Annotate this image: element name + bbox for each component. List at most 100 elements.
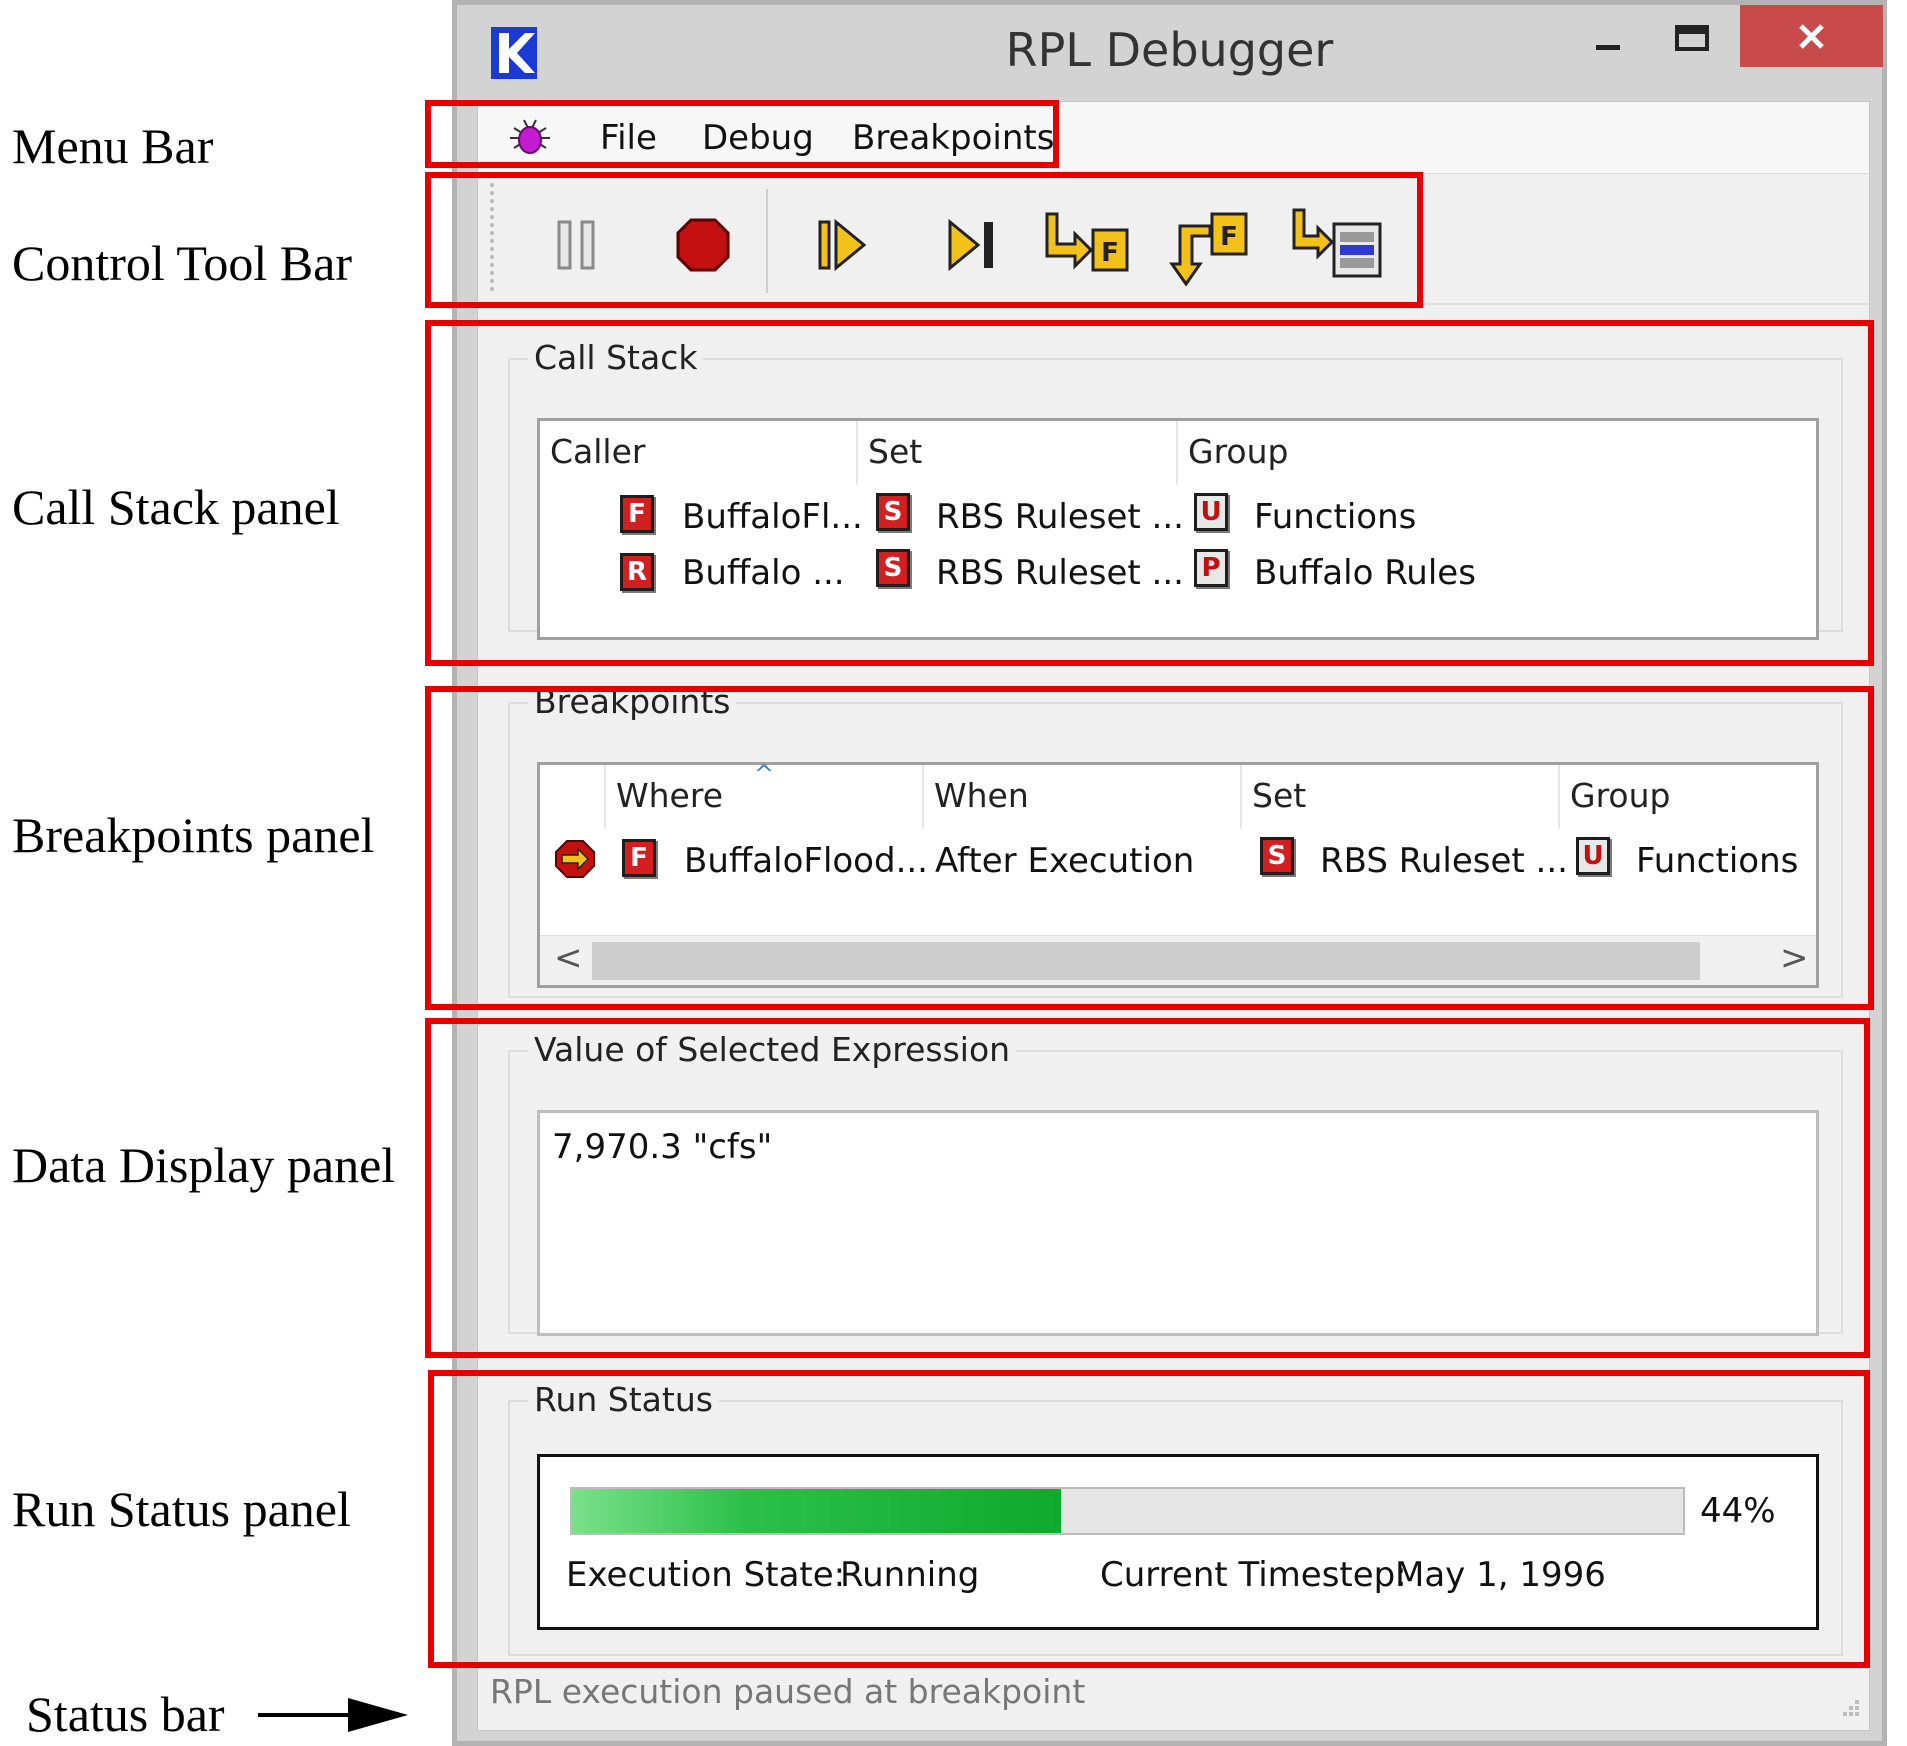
step-button[interactable]: [928, 200, 1018, 290]
annotation-control-tool-bar: Control Tool Bar: [12, 235, 353, 291]
column-header-group[interactable]: Group: [1560, 765, 1816, 829]
ruleset-badge-icon: S: [876, 549, 910, 587]
call-stack-table: Caller Set Group F BuffaloFl... S RBS Ru…: [537, 418, 1819, 640]
status-text: RPL execution paused at breakpoint: [490, 1672, 1086, 1711]
stop-button[interactable]: [658, 200, 748, 290]
close-button[interactable]: [1740, 5, 1883, 67]
when-cell: After Execution: [935, 841, 1195, 881]
continue-button[interactable]: [798, 200, 888, 290]
set-cell: RBS Ruleset ...: [936, 553, 1184, 593]
table-row[interactable]: F BuffaloFl... S RBS Ruleset ... U Funct…: [540, 485, 1816, 541]
data-display-title: Value of Selected Expression: [528, 1030, 1017, 1069]
group-cell: Functions: [1254, 497, 1417, 537]
column-header-set[interactable]: Set: [858, 421, 1178, 485]
progress-bar: [570, 1487, 1685, 1535]
title-bar: RPL Debugger: [457, 5, 1883, 101]
caller-cell: BuffaloFl...: [682, 497, 863, 537]
column-header-set[interactable]: Set: [1242, 765, 1560, 829]
annotation-run-status-panel: Run Status panel: [12, 1481, 351, 1537]
sort-ascending-icon: ^: [754, 760, 775, 788]
run-status-title: Run Status: [528, 1380, 719, 1419]
client-area: File Debug Breakpoints F F Call Stack Ca…: [477, 101, 1870, 1731]
progress-percent: 44%: [1700, 1491, 1776, 1531]
scrollbar-thumb[interactable]: [592, 942, 1700, 980]
column-header-when[interactable]: When: [924, 765, 1242, 829]
expression-value-box[interactable]: 7,970.3 "cfs": [537, 1110, 1819, 1336]
run-status-group: Run Status 44% Execution State: Running …: [508, 1380, 1843, 1656]
resize-grip-icon[interactable]: [1835, 1696, 1861, 1722]
run-status-box: 44% Execution State: Running Current Tim…: [537, 1454, 1819, 1630]
progress-fill: [572, 1489, 1061, 1533]
annotation-status-bar: Status bar: [26, 1686, 225, 1742]
continue-icon: [818, 218, 867, 272]
column-header-marker[interactable]: [540, 765, 606, 829]
step-icon: [948, 218, 993, 272]
column-header-caller[interactable]: Caller: [540, 421, 858, 485]
where-cell: BuffaloFlood...: [684, 841, 928, 881]
group-cell: Buffalo Rules: [1254, 553, 1476, 593]
step-to-end-button[interactable]: [1288, 200, 1382, 290]
pause-icon: [557, 220, 595, 270]
scroll-right-icon[interactable]: >: [1780, 938, 1809, 978]
step-out-function-button[interactable]: F: [1168, 200, 1258, 290]
breakpoints-table: Where ^ When Set Group F BuffaloFlood...…: [537, 760, 1819, 988]
close-icon: [1799, 24, 1824, 49]
minimize-button[interactable]: [1574, 5, 1642, 67]
table-row[interactable]: R Buffalo ... S RBS Ruleset ... P Buffal…: [540, 541, 1816, 597]
policy-group-badge-icon: P: [1194, 549, 1228, 587]
status-bar: RPL execution paused at breakpoint: [478, 1658, 1869, 1730]
annotation-call-stack-panel: Call Stack panel: [12, 479, 340, 535]
maximize-icon: [1675, 25, 1709, 51]
toolbar-grip[interactable]: [490, 183, 494, 291]
column-header-where[interactable]: Where ^: [606, 760, 924, 829]
table-row[interactable]: F BuffaloFlood... After Execution S RBS …: [540, 829, 1816, 885]
execution-state-label: Execution State:: [566, 1555, 846, 1595]
step-into-function-button[interactable]: F: [1041, 200, 1131, 290]
rule-badge-icon: R: [620, 553, 654, 591]
menu-bar: File Debug Breakpoints: [478, 102, 1869, 174]
menu-breakpoints[interactable]: Breakpoints: [852, 118, 1054, 158]
call-stack-title: Call Stack: [528, 338, 704, 377]
step-out-function-icon: F: [1169, 212, 1248, 287]
timestep-value: May 1, 1996: [1395, 1555, 1606, 1595]
svg-text:F: F: [1220, 222, 1238, 252]
breakpoint-marker-icon: [555, 840, 595, 878]
caller-cell: Buffalo ...: [682, 553, 845, 593]
step-into-function-icon: F: [1045, 212, 1129, 272]
toolbar-separator: [766, 189, 768, 293]
column-header-group[interactable]: Group: [1178, 421, 1816, 485]
scroll-left-icon[interactable]: <: [554, 938, 583, 978]
timestep-label: Current Timestep:: [1100, 1555, 1407, 1595]
arrow-right-icon: [258, 1698, 408, 1732]
utility-group-badge-icon: U: [1194, 493, 1228, 531]
svg-text:F: F: [1101, 238, 1119, 268]
annotation-menu-bar: Menu Bar: [12, 118, 214, 174]
ruleset-badge-icon: S: [876, 493, 910, 531]
set-cell: RBS Ruleset ...: [936, 497, 1184, 537]
pause-button[interactable]: [531, 200, 621, 290]
breakpoints-group: Breakpoints Where ^ When Set Group F Buf…: [508, 682, 1843, 998]
stop-icon: [676, 218, 730, 272]
function-badge-icon: F: [620, 495, 654, 533]
data-display-group: Value of Selected Expression 7,970.3 "cf…: [508, 1030, 1843, 1336]
menu-debug[interactable]: Debug: [702, 118, 814, 158]
execution-state-value: Running: [840, 1555, 980, 1595]
maximize-button[interactable]: [1657, 5, 1725, 67]
menu-file[interactable]: File: [600, 118, 657, 158]
group-cell: Functions: [1636, 841, 1799, 881]
call-stack-group: Call Stack Caller Set Group F BuffaloFl.…: [508, 338, 1843, 640]
column-header-where-label: Where: [616, 776, 723, 815]
step-to-end-icon: [1292, 208, 1382, 278]
annotation-breakpoints-panel: Breakpoints panel: [12, 807, 375, 863]
control-toolbar: F F: [478, 175, 1869, 305]
expression-value: 7,970.3 "cfs": [552, 1127, 773, 1167]
minimize-icon: [1596, 45, 1620, 50]
ruleset-badge-icon: S: [1260, 837, 1294, 875]
function-badge-icon: F: [622, 839, 656, 877]
set-cell: RBS Ruleset ...: [1320, 841, 1568, 881]
bug-icon: [510, 119, 550, 154]
breakpoints-title: Breakpoints: [528, 682, 737, 721]
rpl-debugger-window: RPL Debugger File Debug Breakpoints F F …: [452, 0, 1887, 1746]
horizontal-scrollbar[interactable]: < >: [540, 935, 1816, 985]
annotation-data-display-panel: Data Display panel: [12, 1137, 396, 1193]
